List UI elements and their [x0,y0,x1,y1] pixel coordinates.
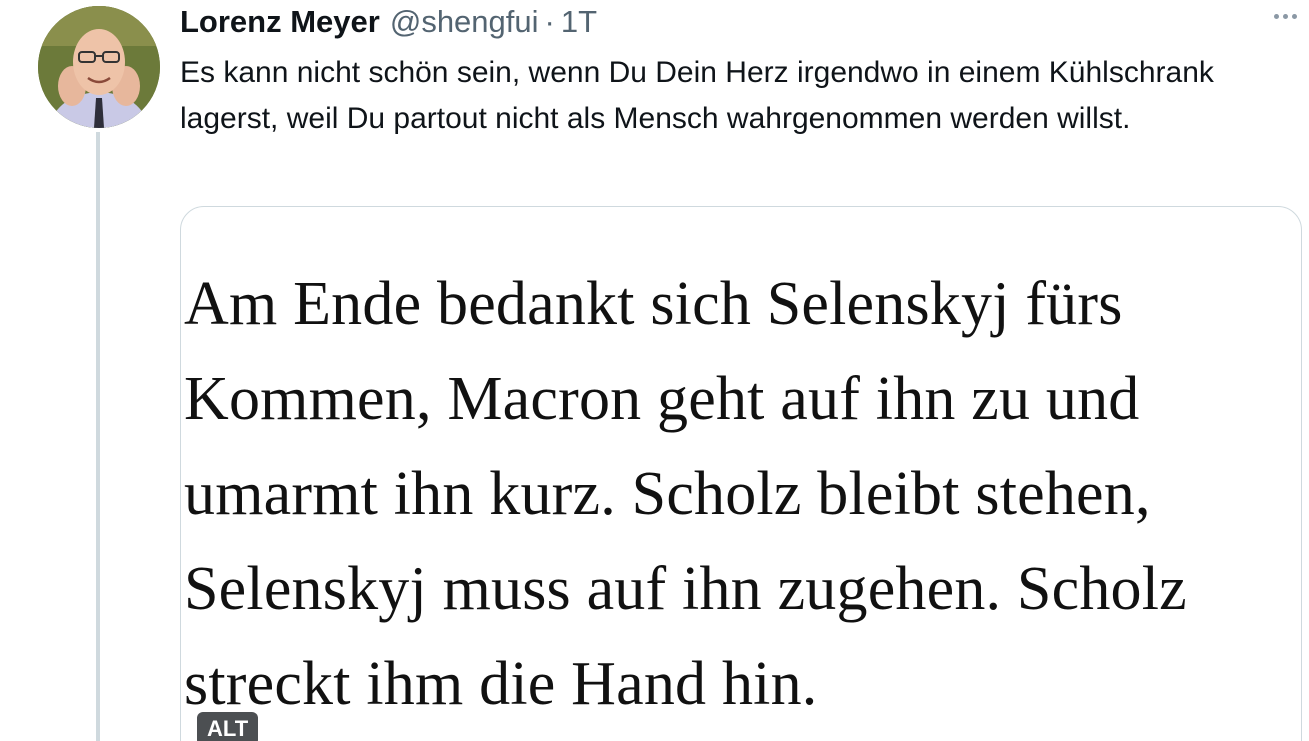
thread-line [96,132,100,741]
timestamp[interactable]: 1T [561,4,597,40]
avatar[interactable] [38,6,160,128]
more-horizontal-icon[interactable] [1274,14,1297,19]
user-handle[interactable]: @shengfui [390,4,539,40]
display-name[interactable]: Lorenz Meyer [180,4,380,40]
more-dot [1283,14,1288,19]
tweet-media-image[interactable]: Am Ende bedankt sich Selenskyj fürs Komm… [180,206,1302,741]
tweet-text: Es kann nicht schön sein, wenn Du Dein H… [180,56,1214,135]
more-dot [1292,14,1297,19]
alt-badge[interactable]: ALT [197,712,259,741]
image-text: Am Ende bedankt sich Selenskyj fürs Komm… [184,270,1187,718]
tweet[interactable]: Lorenz Meyer @shengfui · 1T Es kann nich… [0,0,1309,741]
separator-dot: · [544,4,555,39]
tweet-header: Lorenz Meyer @shengfui · 1T [180,2,597,42]
more-dot [1274,14,1279,19]
